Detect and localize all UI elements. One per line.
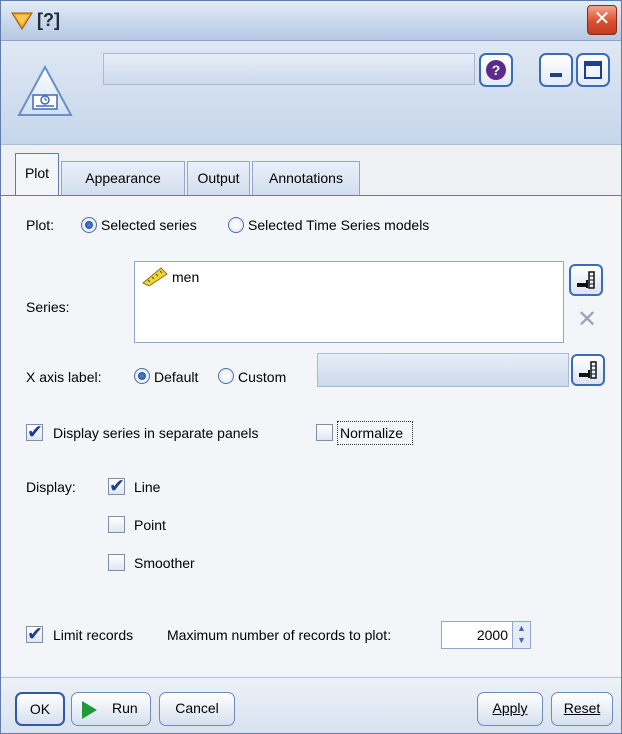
x-axis-field-picker-button[interactable] bbox=[571, 354, 605, 386]
node-name-field[interactable] bbox=[103, 53, 475, 85]
spin-up-icon[interactable]: ▲ bbox=[517, 624, 526, 633]
apply-button[interactable]: Apply bbox=[477, 692, 543, 726]
field-picker-icon bbox=[577, 271, 595, 289]
apply-label: Apply bbox=[492, 700, 528, 716]
x-axis-custom-label[interactable]: Custom bbox=[238, 369, 286, 385]
time-plot-node-icon bbox=[17, 65, 73, 116]
title-bar[interactable]: [?] ✕ bbox=[1, 1, 621, 41]
separate-panels-checkbox[interactable] bbox=[26, 421, 43, 443]
close-x-icon: ✕ bbox=[593, 8, 611, 30]
series-list[interactable]: men bbox=[134, 261, 564, 343]
minimize-button[interactable] bbox=[539, 53, 573, 87]
max-records-label: Maximum number of records to plot: bbox=[167, 627, 392, 643]
continuous-field-ruler-icon bbox=[142, 267, 168, 286]
node-diamond-icon bbox=[11, 12, 33, 30]
normalize-checkbox[interactable] bbox=[316, 424, 333, 441]
ok-button[interactable]: OK bbox=[15, 692, 65, 726]
question-circle-icon: ? bbox=[486, 60, 506, 80]
x-axis-custom-radio[interactable] bbox=[218, 368, 234, 384]
delete-x-icon: ✕ bbox=[577, 305, 598, 333]
window-title: [?] bbox=[37, 10, 60, 30]
display-smoother-label[interactable]: Smoother bbox=[134, 555, 195, 571]
run-button[interactable]: Run bbox=[71, 692, 151, 726]
max-records-value[interactable]: 2000 bbox=[477, 627, 508, 643]
series-item-name: men bbox=[172, 269, 200, 285]
x-axis-default-label[interactable]: Default bbox=[154, 369, 198, 385]
close-button[interactable]: ✕ bbox=[587, 5, 617, 35]
series-label: Series: bbox=[26, 299, 70, 315]
dialog-window: [?] ✕ ? Plot Appearance Output Annotatio… bbox=[0, 0, 622, 734]
ok-label: OK bbox=[29, 701, 51, 717]
display-label: Display: bbox=[26, 479, 76, 495]
separate-panels-label[interactable]: Display series in separate panels bbox=[53, 425, 258, 441]
cancel-label: Cancel bbox=[175, 700, 219, 716]
limit-records-label[interactable]: Limit records bbox=[53, 627, 133, 643]
tab-appearance[interactable]: Appearance bbox=[61, 161, 185, 195]
selected-models-label[interactable]: Selected Time Series models bbox=[248, 217, 429, 233]
selected-series-label[interactable]: Selected series bbox=[101, 217, 197, 233]
selected-series-radio[interactable] bbox=[81, 217, 97, 233]
series-field-picker-button[interactable] bbox=[569, 264, 603, 296]
tab-plot[interactable]: Plot bbox=[15, 153, 59, 196]
run-label: Run bbox=[112, 700, 138, 716]
spin-down-icon[interactable]: ▼ bbox=[517, 636, 526, 645]
max-records-spinner[interactable]: 2000 ▲ ▼ bbox=[441, 621, 531, 649]
normalize-label[interactable]: Normalize bbox=[340, 425, 403, 441]
maximize-button[interactable] bbox=[576, 53, 610, 87]
plot-label: Plot: bbox=[26, 217, 55, 233]
spinner-arrows[interactable]: ▲ ▼ bbox=[512, 622, 530, 648]
display-line-checkbox[interactable] bbox=[108, 475, 125, 497]
limit-records-checkbox[interactable] bbox=[26, 623, 43, 645]
x-axis-custom-field[interactable] bbox=[317, 353, 569, 387]
display-point-label[interactable]: Point bbox=[134, 517, 166, 533]
field-picker-icon bbox=[579, 361, 597, 379]
reset-button[interactable]: Reset bbox=[551, 692, 613, 726]
selected-models-radio[interactable] bbox=[228, 217, 244, 233]
display-smoother-checkbox[interactable] bbox=[108, 554, 125, 571]
svg-text:?: ? bbox=[492, 62, 501, 78]
display-line-label[interactable]: Line bbox=[134, 479, 160, 495]
run-play-icon bbox=[82, 701, 97, 719]
display-point-checkbox[interactable] bbox=[108, 516, 125, 533]
button-bar: OK Run Cancel Apply Reset bbox=[1, 677, 621, 733]
x-axis-default-radio[interactable] bbox=[134, 368, 150, 384]
plot-tab-panel: Plot: Selected series Selected Time Seri… bbox=[1, 196, 621, 676]
cancel-button[interactable]: Cancel bbox=[159, 692, 235, 726]
minimize-icon bbox=[550, 73, 562, 77]
tab-annotations[interactable]: Annotations bbox=[252, 161, 360, 195]
reset-label: Reset bbox=[563, 700, 601, 716]
help-button[interactable]: ? bbox=[479, 53, 513, 87]
maximize-icon bbox=[584, 61, 602, 79]
tab-output[interactable]: Output bbox=[187, 161, 250, 195]
node-header: ? bbox=[1, 41, 621, 145]
x-axis-label: X axis label: bbox=[26, 369, 102, 385]
remove-series-button[interactable]: ✕ bbox=[569, 303, 603, 335]
